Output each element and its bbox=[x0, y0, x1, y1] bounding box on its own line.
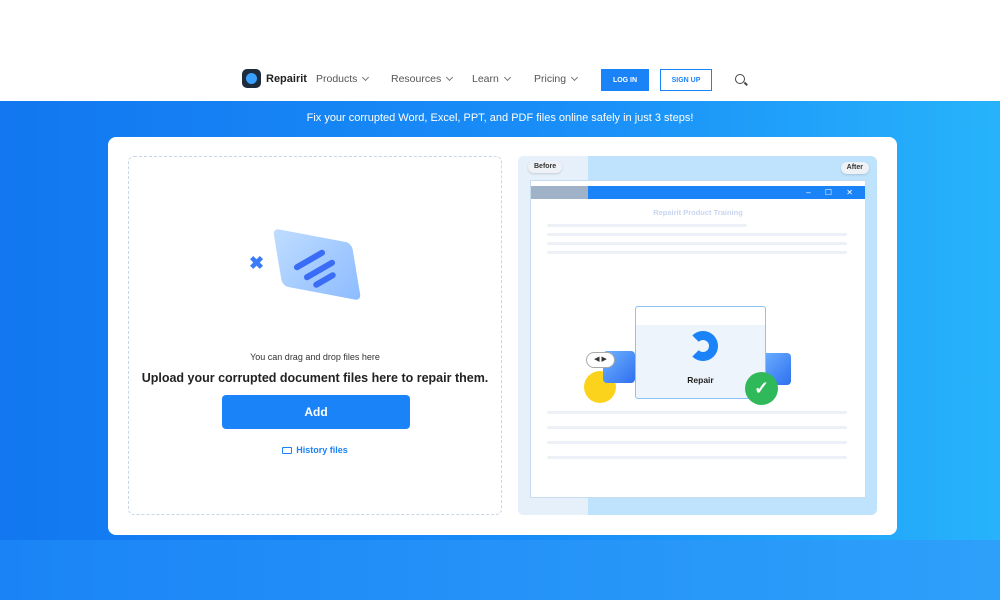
hero-section: Fix your corrupted Word, Excel, PPT, and… bbox=[0, 101, 1000, 540]
signup-button[interactable]: SIGN UP bbox=[660, 69, 712, 91]
nav-products[interactable]: Products bbox=[316, 73, 370, 85]
history-files-link[interactable]: History files bbox=[129, 445, 501, 455]
search-icon[interactable] bbox=[735, 74, 745, 84]
brand-name: Repairit bbox=[266, 72, 307, 85]
folder-icon bbox=[282, 447, 293, 454]
chevron-down-icon bbox=[503, 73, 511, 82]
nav-learn[interactable]: Learn bbox=[472, 73, 511, 85]
hero-footer-band bbox=[0, 540, 1000, 600]
top-nav: Repairit Products Resources Learn Pricin… bbox=[0, 60, 1000, 101]
nav-label: Resources bbox=[391, 73, 442, 85]
chevron-down-icon bbox=[446, 73, 454, 82]
hero-banner: Fix your corrupted Word, Excel, PPT, and… bbox=[306, 112, 694, 124]
history-label: History files bbox=[296, 445, 348, 455]
add-button[interactable]: Add bbox=[222, 395, 410, 429]
before-tag: Before bbox=[528, 161, 563, 173]
nav-label: Pricing bbox=[534, 73, 567, 85]
nav-resources[interactable]: Resources bbox=[391, 73, 454, 85]
before-after-preview: Before After – ☐ ✕ Repairit Product Trai… bbox=[518, 156, 877, 515]
document-illustration-icon: ✖ bbox=[247, 227, 387, 327]
document-window: – ☐ ✕ Repairit Product Training Repair ✓… bbox=[530, 180, 866, 498]
repair-card: ✖ You can drag and drop files here Uploa… bbox=[108, 137, 897, 535]
compare-slider-handle[interactable]: ◀ ▶ bbox=[586, 352, 615, 368]
login-button[interactable]: LOG IN bbox=[601, 69, 649, 91]
chevron-down-icon bbox=[362, 73, 370, 82]
checkmark-icon: ✓ bbox=[745, 372, 778, 405]
repair-logo-icon bbox=[688, 331, 718, 361]
upload-headline: Upload your corrupted document files her… bbox=[141, 371, 489, 385]
nav-label: Products bbox=[316, 73, 358, 85]
window-controls: – ☐ ✕ bbox=[806, 188, 859, 197]
doc-title: Repairit Product Training bbox=[653, 208, 743, 217]
repairit-logo-icon bbox=[242, 69, 261, 88]
after-tag: After bbox=[840, 162, 869, 174]
chevron-down-icon bbox=[571, 73, 579, 82]
drag-drop-hint: You can drag and drop files here bbox=[250, 352, 380, 362]
brand-logo[interactable]: Repairit bbox=[242, 69, 307, 88]
nav-label: Learn bbox=[472, 73, 499, 85]
nav-pricing[interactable]: Pricing bbox=[534, 73, 579, 85]
file-drop-zone[interactable]: ✖ You can drag and drop files here Uploa… bbox=[128, 156, 502, 515]
